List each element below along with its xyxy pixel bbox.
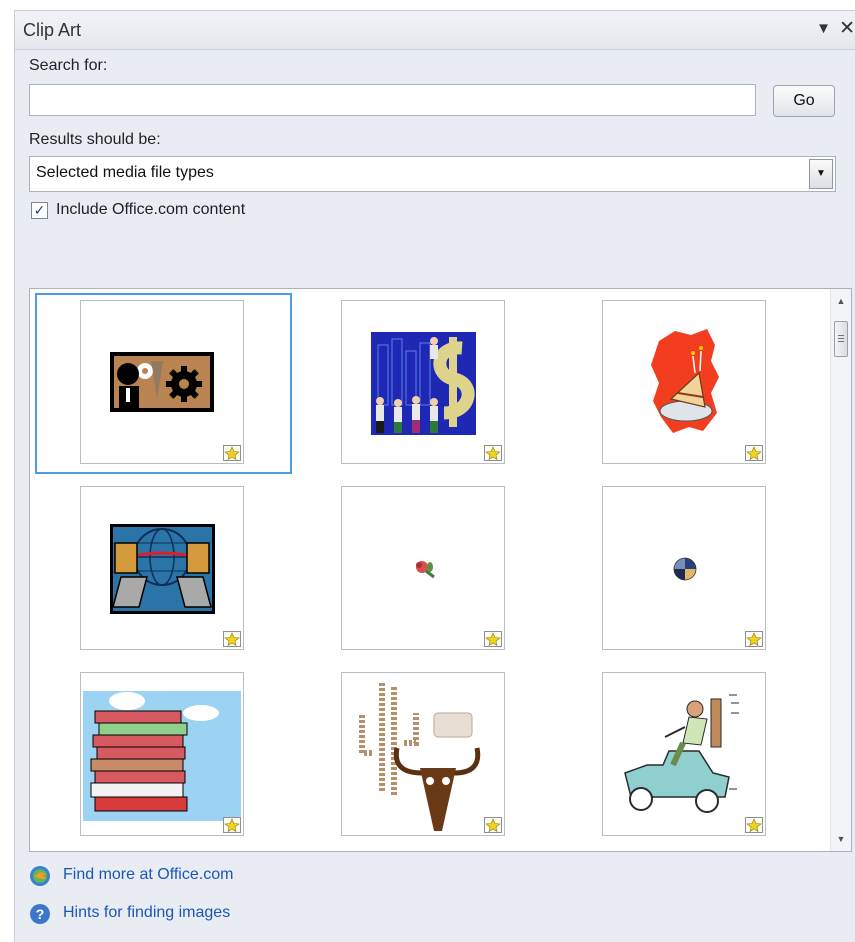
- hints-link-label[interactable]: Hints for finding images: [63, 904, 230, 922]
- clip-art-tile-3[interactable]: [602, 300, 766, 464]
- scroll-down-arrow-icon[interactable]: ▼: [831, 829, 851, 849]
- chevron-down-icon[interactable]: ▼: [816, 20, 831, 37]
- help-question-icon: ?: [30, 904, 50, 924]
- office-com-star-icon: [223, 817, 241, 833]
- clip-art-tile-9[interactable]: [602, 672, 766, 836]
- office-com-star-icon: [484, 817, 502, 833]
- search-input[interactable]: [29, 84, 756, 116]
- dropdown-arrow-icon[interactable]: ▼: [809, 159, 833, 189]
- clip-art-results-grid: ▲ ▼: [29, 288, 852, 852]
- office-com-star-icon: [484, 445, 502, 461]
- golf-cart-clipart-icon: [624, 694, 739, 813]
- clip-art-pane: Clip Art ▼ ✕ Search for: Go Results shou…: [14, 10, 855, 942]
- business-gears-clipart-icon: [110, 352, 214, 412]
- include-office-label[interactable]: Include Office.com content: [56, 201, 245, 219]
- search-label: Search for:: [29, 57, 108, 74]
- office-com-star-icon: [745, 817, 763, 833]
- scroll-thumb[interactable]: [834, 321, 848, 357]
- close-icon[interactable]: ✕: [839, 17, 855, 40]
- clip-art-tile-1[interactable]: [80, 300, 244, 464]
- clip-art-tile-8[interactable]: [341, 672, 505, 836]
- find-more-link-label[interactable]: Find more at Office.com: [63, 866, 233, 884]
- scroll-up-arrow-icon[interactable]: ▲: [831, 291, 851, 311]
- results-filter-label: Results should be:: [29, 131, 161, 148]
- media-type-selected-value: Selected media file types: [36, 164, 214, 181]
- stacked-books-clipart-icon: [83, 691, 241, 821]
- svg-text:?: ?: [36, 906, 45, 922]
- rose-clipart-icon: [414, 559, 435, 579]
- computers-globe-clipart-icon: [110, 524, 215, 614]
- cactus-skull-clipart-icon: [359, 683, 481, 831]
- clip-art-tile-5[interactable]: [341, 486, 505, 650]
- office-com-star-icon: [745, 631, 763, 647]
- clip-art-tile-7[interactable]: [80, 672, 244, 836]
- clip-art-tile-6[interactable]: [602, 486, 766, 650]
- include-office-checkbox[interactable]: ✓: [31, 202, 48, 219]
- office-com-star-icon: [484, 631, 502, 647]
- office-com-star-icon: [745, 445, 763, 461]
- pane-title: Clip Art: [23, 20, 82, 40]
- clip-art-tile-4[interactable]: [80, 486, 244, 650]
- office-com-star-icon: [223, 445, 241, 461]
- results-scrollbar[interactable]: ▲ ▼: [830, 289, 851, 851]
- media-type-select[interactable]: Selected media file types ▼: [29, 156, 836, 192]
- go-button[interactable]: Go: [773, 85, 835, 117]
- business-people-dollar-clipart-icon: [371, 332, 476, 435]
- pie-chart-ball-clipart-icon: [673, 557, 697, 581]
- pane-title-bar: Clip Art ▼ ✕: [15, 11, 855, 50]
- office-com-globe-icon: [30, 866, 50, 886]
- clip-art-tile-2[interactable]: [341, 300, 505, 464]
- birthday-cake-clipart-icon: [651, 329, 719, 433]
- office-com-star-icon: [223, 631, 241, 647]
